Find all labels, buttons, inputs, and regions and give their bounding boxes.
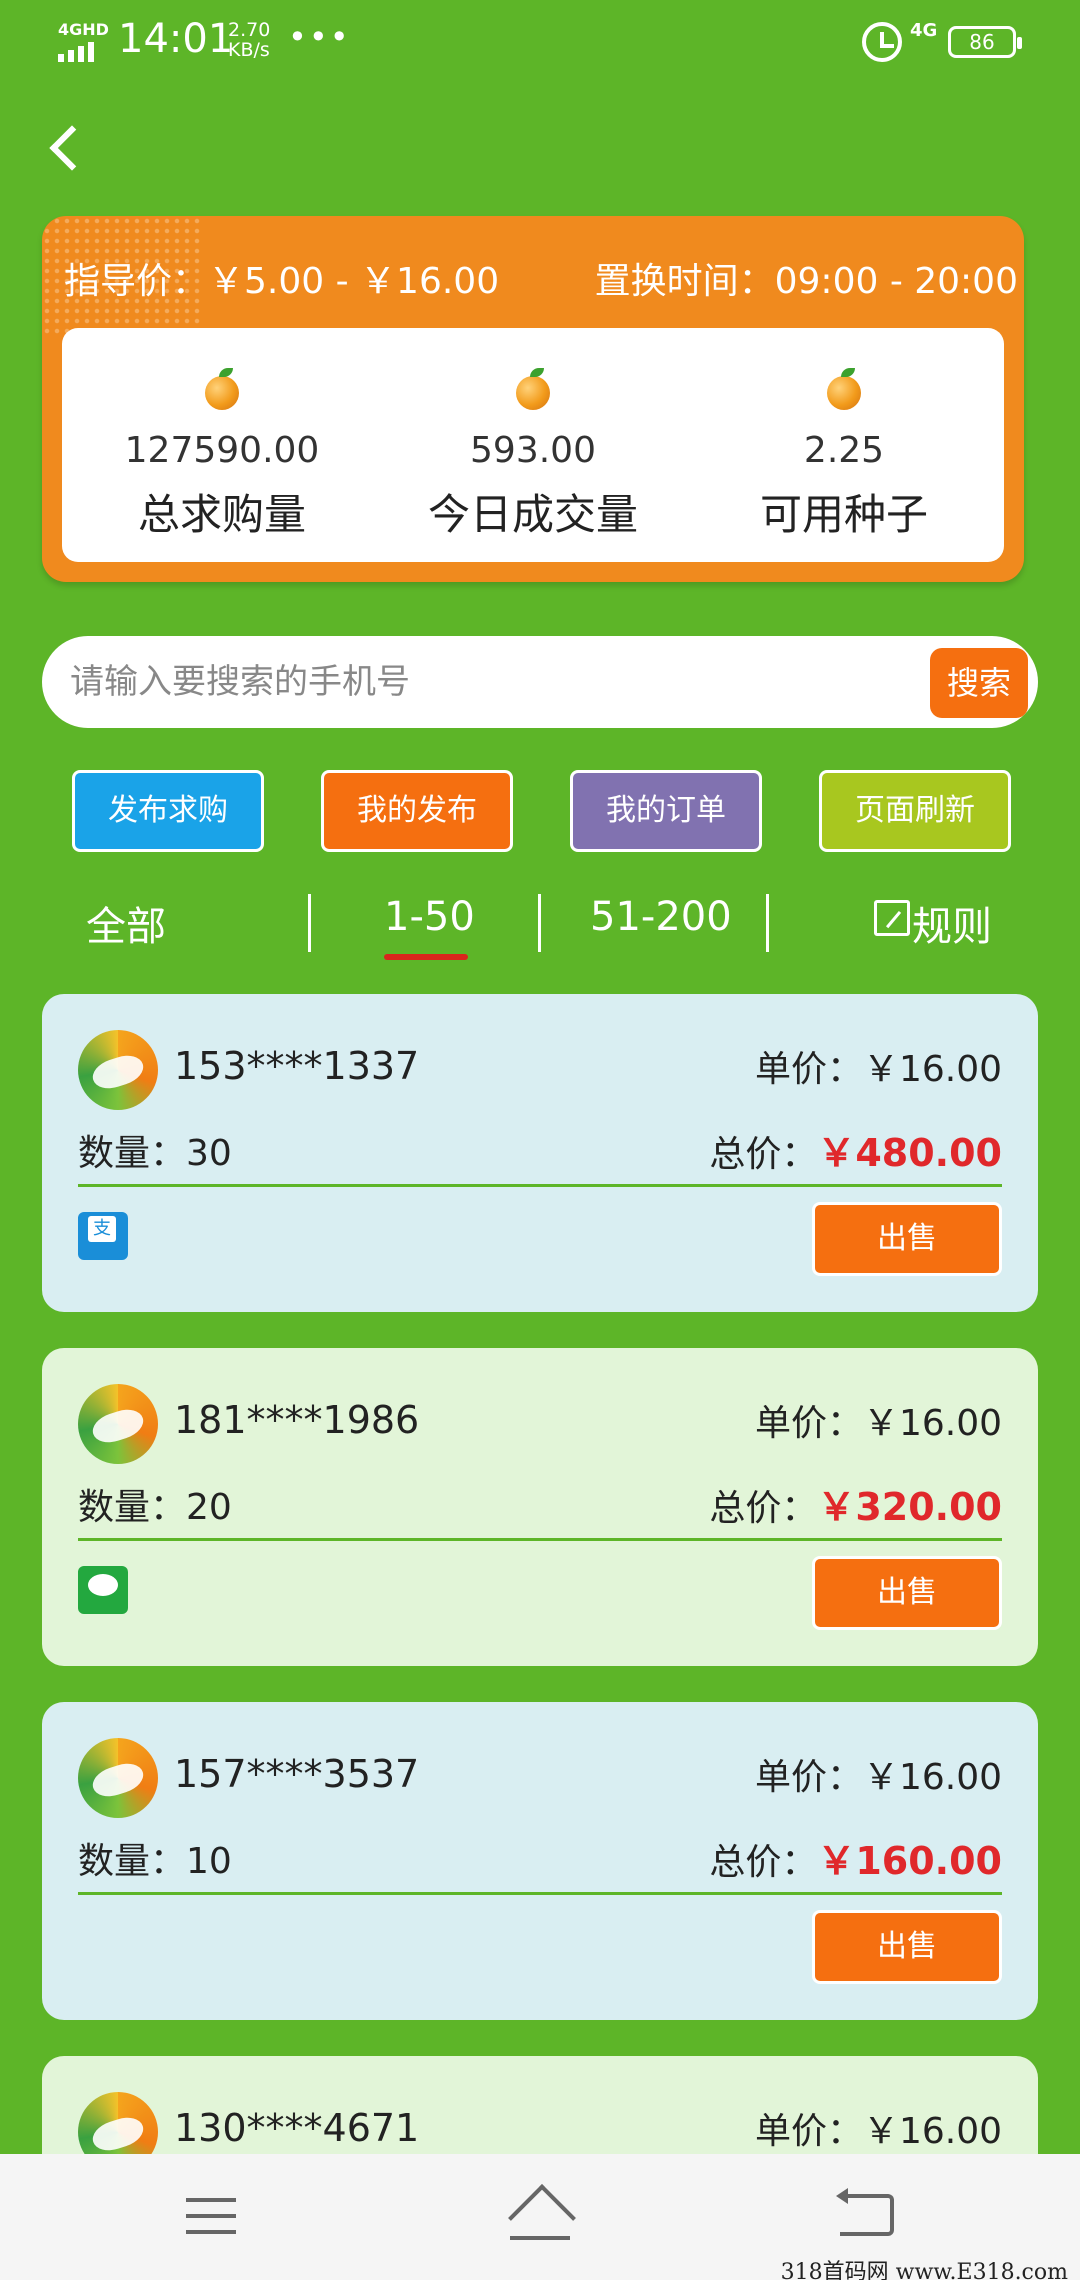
search-button[interactable]: 搜索: [930, 648, 1028, 718]
exchange-time: 置换时间：09:00 - 20:00: [594, 261, 1018, 302]
buyer-phone: 157****3537: [174, 1752, 420, 1796]
tab-range-51-200[interactable]: 51-200: [590, 894, 732, 940]
divider: [78, 1538, 1002, 1541]
order-card: 153****1337 单价：￥16.00 数量：30 总价：￥480.00 出…: [42, 994, 1038, 1312]
divider: [78, 1892, 1002, 1895]
tab-rules[interactable]: 规则: [912, 894, 992, 952]
my-orders-button[interactable]: 我的订单: [570, 770, 762, 852]
total-amount: ￥320.00: [817, 1485, 1002, 1529]
tab-all[interactable]: 全部: [86, 894, 166, 952]
tab-range-1-50[interactable]: 1-50: [384, 894, 475, 940]
network-type: 4GHD: [58, 20, 109, 39]
orange-fruit-icon: [205, 368, 239, 410]
status-time: 14:01: [118, 16, 234, 62]
stat-value: 2.25: [803, 430, 885, 471]
network-4g-label: 4G: [910, 20, 938, 41]
filter-tabs: 全部 1-50 51-200 规则: [42, 880, 1038, 970]
back-nav-icon[interactable]: [836, 2188, 894, 2236]
tab-divider: [538, 894, 541, 952]
battery-icon: 86: [948, 26, 1022, 58]
home-icon[interactable]: [504, 2190, 576, 2240]
guide-price: 指导价：￥5.00 - ￥16.00: [64, 261, 500, 302]
orange-fruit-icon: [827, 368, 861, 410]
status-bar: 4GHD 14:01 2.70 KB/s ••• 4G 86: [0, 0, 1080, 90]
menu-icon[interactable]: [186, 2198, 236, 2234]
watermark: 318首码网 www.E318.com: [780, 2260, 1068, 2280]
stat-today-volume: 593.00 今日成交量: [383, 328, 683, 542]
buyer-phone: 153****1337: [174, 1044, 420, 1088]
buyer-phone: 130****4671: [174, 2106, 420, 2150]
stat-label: 今日成交量: [427, 490, 638, 539]
price-guide-card: 指导价：￥5.00 - ￥16.00 置换时间：09:00 - 20:00 12…: [42, 216, 1024, 582]
unit-price: 单价：￥16.00: [754, 1403, 1002, 1444]
alarm-icon: [862, 22, 902, 62]
refresh-page-button[interactable]: 页面刷新: [819, 770, 1011, 852]
edit-rules-icon[interactable]: [874, 900, 910, 936]
app-logo-icon: [78, 1030, 158, 1110]
orange-fruit-icon: [516, 368, 550, 410]
stat-value: 593.00: [470, 430, 596, 471]
back-icon[interactable]: [44, 120, 84, 180]
publish-request-button[interactable]: 发布求购: [72, 770, 264, 852]
stat-total-demand: 127590.00 总求购量: [72, 328, 372, 542]
buyer-phone: 181****1986: [174, 1398, 420, 1442]
order-card: 157****3537 单价：￥16.00 数量：10 总价：￥160.00 出…: [42, 1702, 1038, 2020]
app-logo-icon: [78, 1384, 158, 1464]
search-input[interactable]: [70, 636, 930, 728]
alipay-icon: [78, 1212, 128, 1260]
unit-price: 单价：￥16.00: [754, 2111, 1002, 2152]
total-amount: ￥160.00: [817, 1839, 1002, 1883]
network-speed: 2.70 KB/s: [228, 19, 271, 61]
quantity: 数量：20: [78, 1487, 232, 1528]
signal-icon: 4GHD: [58, 20, 109, 62]
order-card: 181****1986 单价：￥16.00 数量：20 总价：￥320.00 出…: [42, 1348, 1038, 1666]
total-amount: ￥480.00: [817, 1131, 1002, 1175]
unit-price: 单价：￥16.00: [754, 1757, 1002, 1798]
total-price: 总价：￥480.00: [709, 1131, 1002, 1175]
wechat-pay-icon: [78, 1566, 128, 1614]
quantity: 数量：10: [78, 1841, 232, 1882]
app-logo-icon: [78, 1738, 158, 1818]
stat-available-seeds: 2.25 可用种子: [694, 328, 994, 542]
sell-button[interactable]: 出售: [812, 1202, 1002, 1276]
tab-divider: [308, 894, 311, 952]
search-bar: 搜索: [42, 636, 1038, 728]
stat-value: 127590.00: [124, 430, 320, 471]
total-price: 总价：￥320.00: [709, 1485, 1002, 1529]
divider: [78, 1184, 1002, 1187]
stat-label: 可用种子: [759, 490, 928, 539]
total-price: 总价：￥160.00: [709, 1839, 1002, 1883]
more-notifications-icon: •••: [288, 18, 351, 56]
active-tab-indicator: [384, 954, 468, 960]
sell-button[interactable]: 出售: [812, 1556, 1002, 1630]
sell-button[interactable]: 出售: [812, 1910, 1002, 1984]
tab-divider: [766, 894, 769, 952]
stat-label: 总求购量: [137, 490, 306, 539]
stats-panel: 127590.00 总求购量 593.00 今日成交量 2.25 可用种子: [62, 328, 1004, 562]
quantity: 数量：30: [78, 1133, 232, 1174]
my-publications-button[interactable]: 我的发布: [321, 770, 513, 852]
unit-price: 单价：￥16.00: [754, 1049, 1002, 1090]
